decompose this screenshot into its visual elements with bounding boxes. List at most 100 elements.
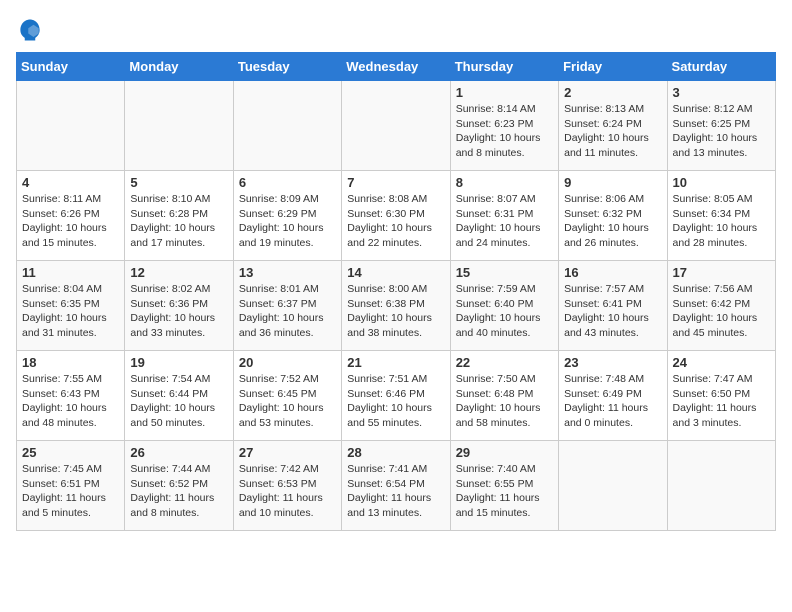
day-info: Sunrise: 7:42 AMSunset: 6:53 PMDaylight:… (239, 462, 336, 521)
week-row-3: 11Sunrise: 8:04 AMSunset: 6:35 PMDayligh… (17, 261, 776, 351)
day-info: Sunrise: 8:13 AMSunset: 6:24 PMDaylight:… (564, 102, 661, 161)
day-info: Sunrise: 7:51 AMSunset: 6:46 PMDaylight:… (347, 372, 444, 431)
calendar-cell: 14 Sunrise: 8:00 AMSunset: 6:38 PMDayligh… (342, 261, 450, 351)
day-info: Sunrise: 7:41 AMSunset: 6:54 PMDaylight:… (347, 462, 444, 521)
calendar-cell: 1 Sunrise: 8:14 AMSunset: 6:23 PMDaylight… (450, 81, 558, 171)
day-number: 28 (347, 445, 444, 460)
day-info: Sunrise: 8:11 AMSunset: 6:26 PMDaylight:… (22, 192, 119, 251)
calendar-cell: 25 Sunrise: 7:45 AMSunset: 6:51 PMDayligh… (17, 441, 125, 531)
header-day-wednesday: Wednesday (342, 53, 450, 81)
calendar-cell: 3Sunrise: 8:12 AMSunset: 6:25 PMDaylight… (667, 81, 775, 171)
day-info: Sunrise: 7:52 AMSunset: 6:45 PMDaylight:… (239, 372, 336, 431)
day-number: 4 (22, 175, 119, 190)
day-info: Sunrise: 8:08 AMSunset: 6:30 PMDaylight:… (347, 192, 444, 251)
day-number: 3 (673, 85, 770, 100)
calendar-cell: 17 Sunrise: 7:56 AMSunset: 6:42 PMDayligh… (667, 261, 775, 351)
header-day-saturday: Saturday (667, 53, 775, 81)
calendar-cell: 29 Sunrise: 7:40 AMSunset: 6:55 PMDayligh… (450, 441, 558, 531)
calendar-cell: 11Sunrise: 8:04 AMSunset: 6:35 PMDayligh… (17, 261, 125, 351)
day-number: 14 (347, 265, 444, 280)
calendar-cell: 13 Sunrise: 8:01 AMSunset: 6:37 PMDayligh… (233, 261, 341, 351)
calendar-cell: 2 Sunrise: 8:13 AMSunset: 6:24 PMDaylight… (559, 81, 667, 171)
day-info: Sunrise: 8:10 AMSunset: 6:28 PMDaylight:… (130, 192, 227, 251)
day-info: Sunrise: 8:04 AMSunset: 6:35 PMDaylight:… (22, 282, 119, 341)
header-day-monday: Monday (125, 53, 233, 81)
day-info: Sunrise: 7:54 AMSunset: 6:44 PMDaylight:… (130, 372, 227, 431)
calendar-cell: 10Sunrise: 8:05 AMSunset: 6:34 PMDayligh… (667, 171, 775, 261)
calendar-cell: 23 Sunrise: 7:48 AMSunset: 6:49 PMDayligh… (559, 351, 667, 441)
calendar-cell (559, 441, 667, 531)
day-info: Sunrise: 7:55 AMSunset: 6:43 PMDaylight:… (22, 372, 119, 431)
calendar-cell: 18 Sunrise: 7:55 AMSunset: 6:43 PMDayligh… (17, 351, 125, 441)
week-row-1: 1 Sunrise: 8:14 AMSunset: 6:23 PMDaylight… (17, 81, 776, 171)
calendar-cell: 5 Sunrise: 8:10 AMSunset: 6:28 PMDaylight… (125, 171, 233, 261)
calendar-cell: 4 Sunrise: 8:11 AMSunset: 6:26 PMDaylight… (17, 171, 125, 261)
day-number: 8 (456, 175, 553, 190)
day-info: Sunrise: 7:40 AMSunset: 6:55 PMDaylight:… (456, 462, 553, 521)
day-number: 13 (239, 265, 336, 280)
week-row-2: 4 Sunrise: 8:11 AMSunset: 6:26 PMDaylight… (17, 171, 776, 261)
day-info: Sunrise: 8:09 AMSunset: 6:29 PMDaylight:… (239, 192, 336, 251)
calendar-cell: 19 Sunrise: 7:54 AMSunset: 6:44 PMDayligh… (125, 351, 233, 441)
header-day-sunday: Sunday (17, 53, 125, 81)
day-number: 18 (22, 355, 119, 370)
day-info: Sunrise: 8:05 AMSunset: 6:34 PMDaylight:… (673, 192, 770, 251)
calendar-cell: 7 Sunrise: 8:08 AMSunset: 6:30 PMDaylight… (342, 171, 450, 261)
day-info: Sunrise: 8:06 AMSunset: 6:32 PMDaylight:… (564, 192, 661, 251)
calendar-cell: 27 Sunrise: 7:42 AMSunset: 6:53 PMDayligh… (233, 441, 341, 531)
day-info: Sunrise: 7:44 AMSunset: 6:52 PMDaylight:… (130, 462, 227, 521)
day-number: 2 (564, 85, 661, 100)
calendar-cell: 6 Sunrise: 8:09 AMSunset: 6:29 PMDaylight… (233, 171, 341, 261)
header-row: SundayMondayTuesdayWednesdayThursdayFrid… (17, 53, 776, 81)
day-number: 17 (673, 265, 770, 280)
logo (16, 16, 48, 44)
calendar-cell (125, 81, 233, 171)
day-number: 22 (456, 355, 553, 370)
day-info: Sunrise: 8:14 AMSunset: 6:23 PMDaylight:… (456, 102, 553, 161)
day-number: 23 (564, 355, 661, 370)
day-number: 26 (130, 445, 227, 460)
day-number: 19 (130, 355, 227, 370)
calendar-cell (342, 81, 450, 171)
day-number: 29 (456, 445, 553, 460)
day-number: 5 (130, 175, 227, 190)
calendar-cell: 16 Sunrise: 7:57 AMSunset: 6:41 PMDayligh… (559, 261, 667, 351)
calendar-cell: 8 Sunrise: 8:07 AMSunset: 6:31 PMDaylight… (450, 171, 558, 261)
day-info: Sunrise: 7:48 AMSunset: 6:49 PMDaylight:… (564, 372, 661, 431)
day-info: Sunrise: 7:50 AMSunset: 6:48 PMDaylight:… (456, 372, 553, 431)
calendar-cell: 22 Sunrise: 7:50 AMSunset: 6:48 PMDayligh… (450, 351, 558, 441)
day-number: 1 (456, 85, 553, 100)
calendar-cell: 9Sunrise: 8:06 AMSunset: 6:32 PMDaylight… (559, 171, 667, 261)
day-info: Sunrise: 7:56 AMSunset: 6:42 PMDaylight:… (673, 282, 770, 341)
day-number: 7 (347, 175, 444, 190)
day-number: 12 (130, 265, 227, 280)
day-info: Sunrise: 8:07 AMSunset: 6:31 PMDaylight:… (456, 192, 553, 251)
calendar-cell: 15 Sunrise: 7:59 AMSunset: 6:40 PMDayligh… (450, 261, 558, 351)
day-info: Sunrise: 7:59 AMSunset: 6:40 PMDaylight:… (456, 282, 553, 341)
header (16, 16, 776, 44)
header-day-tuesday: Tuesday (233, 53, 341, 81)
day-info: Sunrise: 7:57 AMSunset: 6:41 PMDaylight:… (564, 282, 661, 341)
day-number: 21 (347, 355, 444, 370)
calendar-cell: 24Sunrise: 7:47 AMSunset: 6:50 PMDayligh… (667, 351, 775, 441)
calendar-cell (667, 441, 775, 531)
day-number: 24 (673, 355, 770, 370)
calendar-cell: 21 Sunrise: 7:51 AMSunset: 6:46 PMDayligh… (342, 351, 450, 441)
day-info: Sunrise: 8:02 AMSunset: 6:36 PMDaylight:… (130, 282, 227, 341)
day-info: Sunrise: 8:01 AMSunset: 6:37 PMDaylight:… (239, 282, 336, 341)
calendar-table: SundayMondayTuesdayWednesdayThursdayFrid… (16, 52, 776, 531)
calendar-cell (233, 81, 341, 171)
day-number: 20 (239, 355, 336, 370)
day-info: Sunrise: 8:00 AMSunset: 6:38 PMDaylight:… (347, 282, 444, 341)
calendar-cell: 28 Sunrise: 7:41 AMSunset: 6:54 PMDayligh… (342, 441, 450, 531)
day-number: 16 (564, 265, 661, 280)
day-info: Sunrise: 7:45 AMSunset: 6:51 PMDaylight:… (22, 462, 119, 521)
day-number: 27 (239, 445, 336, 460)
day-number: 6 (239, 175, 336, 190)
logo-icon (16, 16, 44, 44)
day-number: 25 (22, 445, 119, 460)
week-row-4: 18 Sunrise: 7:55 AMSunset: 6:43 PMDayligh… (17, 351, 776, 441)
calendar-cell: 12 Sunrise: 8:02 AMSunset: 6:36 PMDayligh… (125, 261, 233, 351)
header-day-friday: Friday (559, 53, 667, 81)
day-number: 15 (456, 265, 553, 280)
